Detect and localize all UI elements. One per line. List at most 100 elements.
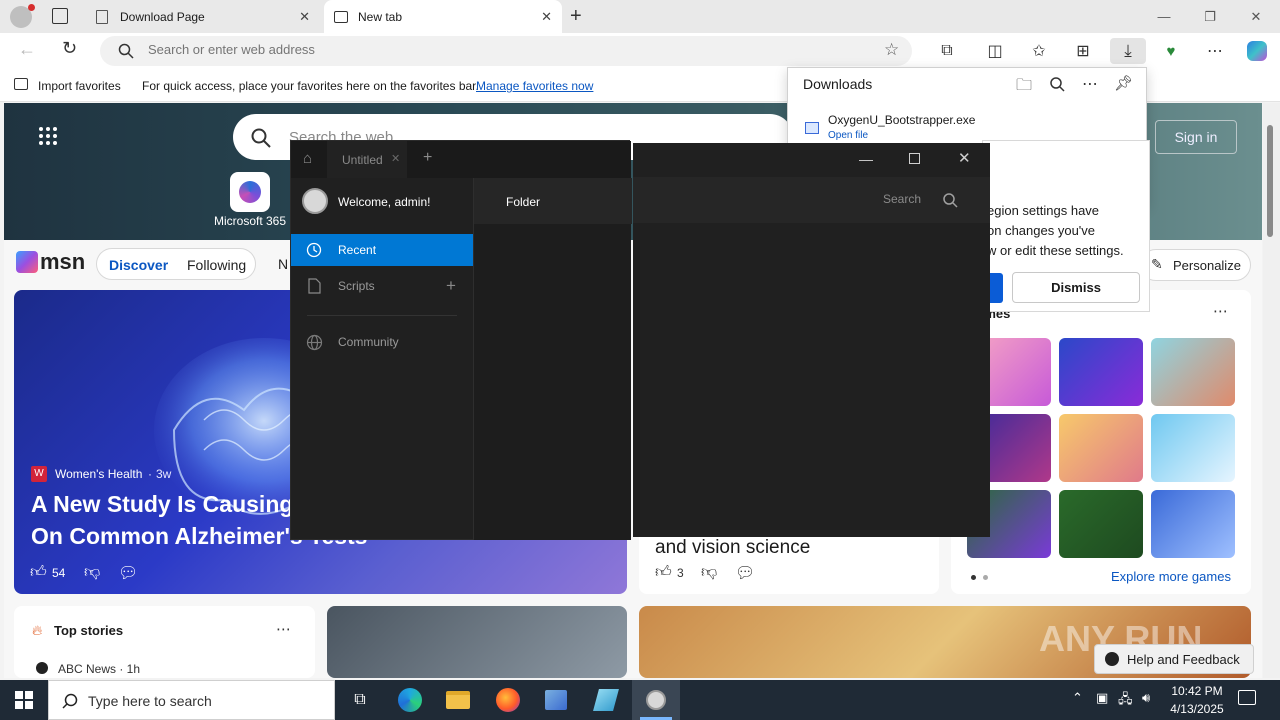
pin-icon[interactable]: 📌︎ <box>1114 74 1133 92</box>
tab-news-partial[interactable]: N <box>278 256 288 272</box>
sidebar-item-community[interactable]: Community <box>291 326 473 358</box>
search-downloads-icon[interactable] <box>1050 77 1065 92</box>
open-file-link[interactable]: Open file <box>828 130 868 141</box>
task-view-icon[interactable]: ⧉ <box>336 680 384 720</box>
game-tile-fashion[interactable] <box>1059 414 1143 482</box>
network-icon[interactable]: 🖧︎ <box>1118 690 1133 712</box>
file-explorer-icon[interactable] <box>434 680 482 720</box>
article-2-title: and vision science <box>655 537 811 558</box>
sidebar-item-recent[interactable]: Recent <box>291 234 473 266</box>
game-tile-jewels[interactable] <box>1059 338 1143 406</box>
carousel-dot-active[interactable] <box>971 575 976 580</box>
app-search-icon[interactable] <box>943 193 958 208</box>
scrollbar-thumb[interactable] <box>1267 125 1273 237</box>
tab-new-tab[interactable]: New tab ✕ <box>324 0 562 33</box>
app-minimize-button[interactable]: — <box>859 151 873 167</box>
profile-avatar[interactable] <box>10 4 35 28</box>
refresh-icon[interactable]: ↻ <box>62 38 77 59</box>
sign-in-button[interactable]: Sign in <box>1155 120 1237 154</box>
sidebar-item-scripts[interactable]: Scripts + <box>291 270 473 302</box>
hero-like-count: 54 <box>52 566 66 580</box>
clock-time[interactable]: 10:42 PM <box>1170 684 1224 698</box>
close-tab-icon[interactable]: ✕ <box>541 9 552 25</box>
address-input[interactable] <box>148 42 848 57</box>
explore-games-link[interactable]: Explore more games <box>1111 569 1231 584</box>
extensions-icon[interactable]: ⧉ <box>932 38 962 64</box>
show-hidden-icons[interactable]: ⌃ <box>1072 690 1083 706</box>
app-search-field[interactable]: Search <box>883 192 921 206</box>
browser-essentials-icon[interactable]: ♥ <box>1156 38 1186 64</box>
msn-logo[interactable]: msn <box>16 249 85 275</box>
dislike-icon[interactable]: 👎︎ <box>701 563 717 582</box>
top-stories-more-icon[interactable]: ⋯ <box>276 620 291 638</box>
app-tab[interactable]: Untitled ✕ <box>327 141 407 178</box>
import-favorites-link[interactable]: Import favorites <box>38 79 121 93</box>
volume-icon[interactable]: 🔊︎ <box>1142 690 1150 706</box>
app-home-icon[interactable]: ⌂ <box>303 150 312 167</box>
active-app-icon[interactable] <box>632 680 680 720</box>
taskbar-search-box[interactable]: Type here to search <box>48 680 335 720</box>
back-icon[interactable]: ← <box>18 39 36 60</box>
notifications-icon[interactable] <box>1238 690 1256 705</box>
add-script-icon[interactable]: + <box>446 276 456 296</box>
firefox-app-icon[interactable] <box>484 680 532 720</box>
favorite-star-icon[interactable]: ☆ <box>884 40 899 60</box>
split-screen-icon[interactable]: ◫ <box>980 38 1010 64</box>
copilot-icon[interactable] <box>1242 38 1272 64</box>
hero-age: 3w <box>156 467 172 481</box>
app-tab-close-icon[interactable]: ✕ <box>391 152 400 165</box>
games-more-icon[interactable]: ⋯ <box>1213 302 1228 320</box>
device-icon[interactable]: ▣ <box>1096 690 1108 706</box>
folder-label[interactable]: Folder <box>506 195 540 209</box>
address-bar[interactable]: ☆ <box>100 36 912 66</box>
manage-favorites-link[interactable]: Manage favorites now <box>476 79 593 93</box>
like-icon[interactable]: 👍︎ <box>30 563 47 582</box>
favorites-hint: For quick access, place your favorites h… <box>142 79 479 93</box>
favorites-icon[interactable]: ✩ <box>1024 38 1054 64</box>
top-stories-card: 🔥︎ Top stories ⋯ ABC News · 1h <box>14 606 315 678</box>
clock-date[interactable]: 4/13/2025 <box>1166 702 1228 716</box>
office-photo-card[interactable] <box>327 606 627 678</box>
app-maximize-button[interactable] <box>909 153 920 164</box>
downloads-more-icon[interactable]: ⋯ <box>1082 74 1098 94</box>
download-file-name: OxygenU_Bootstrapper.exe <box>828 113 976 127</box>
new-tab-button[interactable]: + <box>570 5 582 28</box>
tab-download-page[interactable]: Download Page ✕ <box>84 0 320 33</box>
restore-button[interactable]: ❐ <box>1187 0 1233 33</box>
tab-discover[interactable]: Discover <box>109 257 168 273</box>
help-feedback-button[interactable]: Help and Feedback <box>1094 644 1254 674</box>
news-source-icon <box>36 662 48 674</box>
game-tile-doctor[interactable] <box>1151 338 1235 406</box>
game-tile-thief[interactable] <box>1151 414 1235 482</box>
tab-actions-icon[interactable] <box>52 8 68 24</box>
microsoft-365-tile[interactable] <box>230 172 270 212</box>
app-user-header: Welcome, admin! <box>291 178 473 224</box>
game-tile-words[interactable] <box>1151 490 1235 558</box>
page-scrollbar[interactable] <box>1263 103 1280 678</box>
app-close-button[interactable]: ✕ <box>958 149 971 167</box>
start-button[interactable] <box>0 680 48 720</box>
comment-icon[interactable]: 💬︎ <box>735 563 755 583</box>
tab-following[interactable]: Following <box>187 257 246 273</box>
personalize-button[interactable]: ✎ Personalize <box>1140 249 1251 281</box>
minimize-button[interactable]: — <box>1141 0 1187 33</box>
close-window-button[interactable]: ✕ <box>1233 0 1279 33</box>
comment-icon[interactable]: 💬︎ <box>118 563 138 583</box>
dismiss-button[interactable]: Dismiss <box>1012 272 1140 303</box>
downloads-icon[interactable]: ⤓ <box>1110 38 1146 64</box>
game-tile-billiard[interactable] <box>1059 490 1143 558</box>
settings-more-icon[interactable]: ⋯ <box>1200 38 1230 64</box>
close-tab-icon[interactable]: ✕ <box>299 9 310 25</box>
dislike-icon[interactable]: 👎︎ <box>84 563 100 582</box>
app-new-tab-button[interactable]: + <box>423 149 432 167</box>
carousel-dot[interactable] <box>983 575 988 580</box>
apps-grid-icon[interactable] <box>38 126 58 146</box>
open-folder-icon[interactable]: 🗀 <box>1016 74 1032 101</box>
globe-icon <box>306 334 323 350</box>
edge-app-icon[interactable] <box>386 680 434 720</box>
installer-app-icon[interactable] <box>532 680 580 720</box>
collections-icon[interactable]: ⊞ <box>1068 38 1098 64</box>
notepad-app-icon[interactable] <box>582 680 630 720</box>
fire-icon: 🔥︎ <box>32 622 43 638</box>
like-icon[interactable]: 👍︎ <box>655 563 672 582</box>
